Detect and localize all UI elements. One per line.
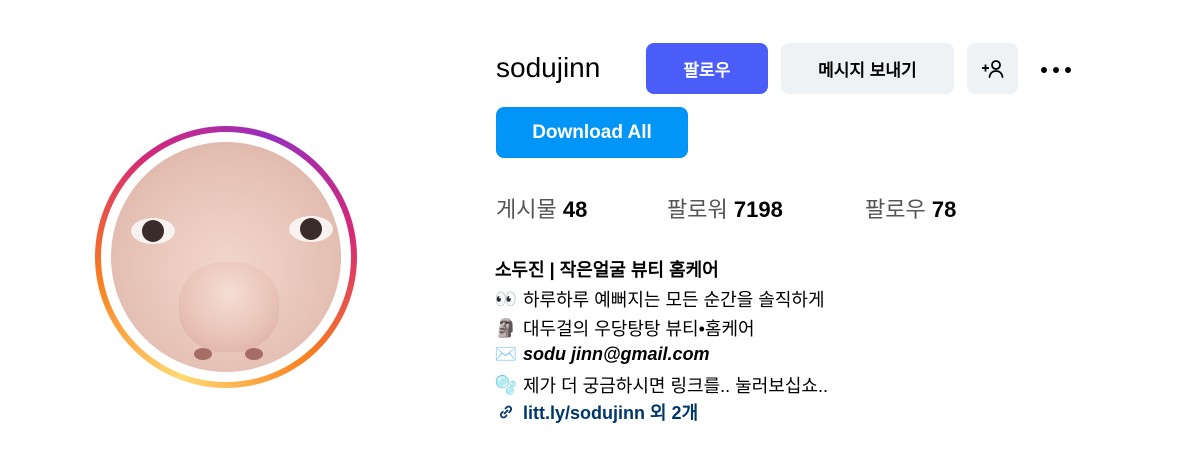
avatar-nose (179, 262, 279, 352)
bio-link-text[interactable]: litt.ly/sodujinn 외 2개 (523, 399, 698, 425)
following-count: 78 (931, 197, 957, 222)
following-stat[interactable]: 팔로우 78 (865, 192, 956, 224)
followers-stat[interactable]: 팔로워 7198 (667, 192, 783, 224)
eyes-emoji-icon: 👀 (494, 288, 518, 309)
bubbles-emoji-icon: 🫧 (494, 374, 518, 395)
bio-line: 🗿 대두걸의 우당탕탕 뷰티•홈케어 (495, 315, 755, 341)
link-icon (495, 404, 517, 420)
add-user-icon (981, 59, 1003, 78)
posts-count: 48 (562, 197, 588, 222)
profile-avatar-ring[interactable] (95, 126, 357, 388)
bio-link[interactable]: litt.ly/sodujinn 외 2개 (495, 399, 698, 425)
more-options-button[interactable] (1036, 56, 1076, 82)
profile-avatar[interactable] (111, 142, 341, 372)
bio-text: 대두걸의 우당탕탕 뷰티•홈케어 (523, 319, 755, 339)
download-all-button[interactable]: Download All (496, 107, 688, 158)
follow-button[interactable]: 팔로우 (646, 43, 768, 94)
bio-line: 👀 하루하루 예뻐지는 모든 순간을 솔직하게 (495, 286, 825, 312)
moai-emoji-icon: 🗿 (494, 317, 518, 338)
bio-email: sodu jinn@gmail.com (523, 344, 710, 364)
bio-line: ✉️ sodu jinn@gmail.com (495, 344, 710, 365)
bio-display-name: 소두진 | 작은얼굴 뷰티 홈케어 (495, 260, 719, 280)
posts-label: 게시물 (496, 197, 557, 222)
avatar-border (101, 132, 351, 382)
message-button[interactable]: 메시지 보내기 (781, 43, 954, 94)
bio-text: 제가 더 궁금하시면 링크를.. 눌러보십쇼.. (523, 376, 828, 396)
avatar-eye-right (289, 216, 333, 242)
bio-text: 하루하루 예뻐지는 모든 순간을 솔직하게 (523, 290, 825, 310)
more-options-icon (1038, 60, 1074, 78)
add-user-button[interactable] (967, 43, 1018, 94)
posts-stat: 게시물 48 (496, 192, 587, 224)
profile-username: sodujinn (496, 52, 601, 83)
avatar-nostril-right (245, 348, 263, 360)
avatar-eye-left (131, 218, 175, 244)
followers-count: 7198 (733, 197, 783, 222)
followers-label: 팔로워 (667, 197, 728, 222)
bio-line: 🫧 제가 더 궁금하시면 링크를.. 눌러보십쇼.. (495, 372, 828, 398)
following-label: 팔로우 (865, 197, 926, 222)
envelope-emoji-icon: ✉️ (494, 344, 518, 364)
avatar-nostril-left (194, 348, 212, 360)
